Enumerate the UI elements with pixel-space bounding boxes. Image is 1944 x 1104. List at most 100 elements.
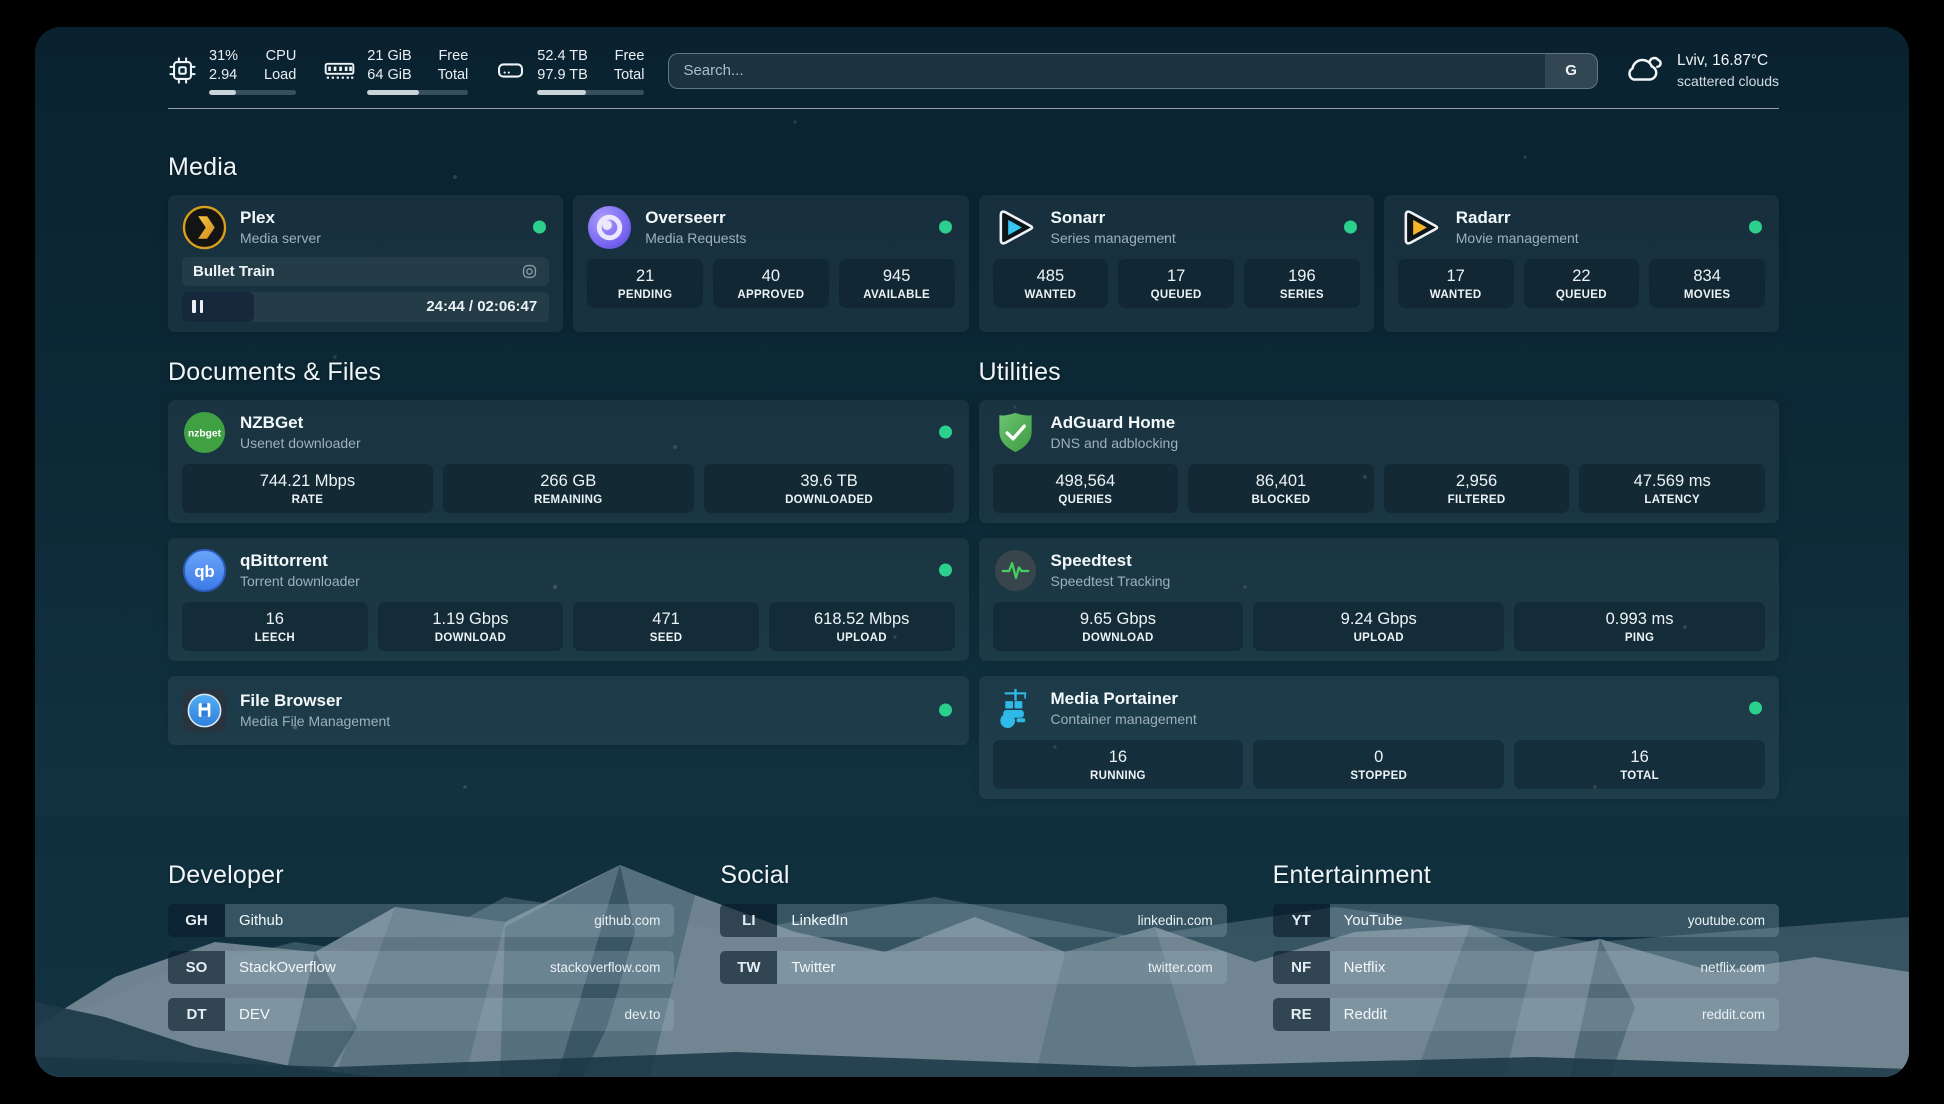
- search-provider-button[interactable]: G: [1545, 54, 1597, 88]
- radarr-icon: [1398, 205, 1443, 250]
- cpu-label: CPU: [266, 47, 297, 66]
- topbar-divider: [168, 108, 1779, 109]
- disk-stat-widget: 52.4 TB 97.9 TB Free Total: [496, 47, 644, 95]
- stat-value: 0.993 ms: [1518, 610, 1761, 629]
- disk-free-value: 52.4 TB: [537, 47, 588, 66]
- service-name: qBittorrent: [240, 551, 360, 571]
- stat-label: DOWNLOADED: [708, 494, 951, 506]
- speedtest-stats: 9.65 Gbps DOWNLOAD 9.24 Gbps UPLOAD 0.99…: [993, 602, 1766, 651]
- dashboard-content: 31% 2.94 CPU Load: [35, 27, 1909, 1045]
- overseerr-card[interactable]: Overseerr Media Requests 21 PENDING 40 A…: [573, 195, 968, 332]
- portainer-icon: [993, 686, 1038, 731]
- stat-value: 1.19 Gbps: [382, 610, 560, 629]
- stat-value: 86,401: [1192, 472, 1370, 491]
- media-section: Media Plex: [168, 153, 1779, 332]
- stat-label: SEED: [577, 632, 755, 644]
- bookmark-stackoverflow[interactable]: SO StackOverflow stackoverflow.com: [168, 951, 674, 984]
- speedtest-icon: [993, 548, 1038, 593]
- speedtest-titles: Speedtest Speedtest Tracking: [1051, 551, 1171, 589]
- filebrowser-card[interactable]: File Browser Media File Management: [168, 676, 969, 745]
- qbittorrent-titles: qBittorrent Torrent downloader: [240, 551, 360, 589]
- scattered-clouds-icon: [1622, 51, 1664, 90]
- plex-icon: [182, 205, 227, 250]
- stat-value: 16: [1518, 748, 1761, 767]
- qbittorrent-card[interactable]: qb qBittorrent Torrent downloader: [168, 538, 969, 661]
- bookmark-netflix[interactable]: NF Netflix netflix.com: [1273, 951, 1779, 984]
- stat-total: 16 TOTAL: [1514, 740, 1765, 789]
- weather-condition: scattered clouds: [1677, 72, 1779, 91]
- stat-blocked: 86,401 BLOCKED: [1188, 464, 1374, 513]
- bookmark-linkedin[interactable]: LI LinkedIn linkedin.com: [720, 904, 1226, 937]
- playback-elapsed: [182, 292, 254, 322]
- bookmark-dev[interactable]: DT DEV dev.to: [168, 998, 674, 1031]
- stat-approved: 40 APPROVED: [713, 259, 829, 308]
- cpu-icon: [168, 56, 197, 85]
- stat-label: RUNNING: [997, 770, 1240, 782]
- bookmark-name: StackOverflow: [239, 959, 336, 976]
- stat-label: SERIES: [1248, 289, 1356, 301]
- memory-free-value: 21 GiB: [367, 47, 411, 66]
- stat-label: MOVIES: [1653, 289, 1761, 301]
- bookmark-name: Github: [239, 912, 283, 929]
- adguard-card[interactable]: AdGuard Home DNS and adblocking 498,564 …: [979, 400, 1780, 523]
- bookmark-twitter[interactable]: TW Twitter twitter.com: [720, 951, 1226, 984]
- stat-value: 0: [1257, 748, 1500, 767]
- bookmark-github[interactable]: GH Github github.com: [168, 904, 674, 937]
- stat-value: 471: [577, 610, 755, 629]
- bookmark-url: dev.to: [625, 1007, 661, 1022]
- service-desc: Media File Management: [240, 713, 390, 729]
- stat-label: QUEUED: [1122, 289, 1230, 301]
- documents-column: Documents & Files nzbget: [168, 358, 969, 745]
- stat-value: 16: [997, 748, 1240, 767]
- dashboard-panel: 31% 2.94 CPU Load: [35, 27, 1909, 1077]
- stat-queued: 17 QUEUED: [1118, 259, 1234, 308]
- pause-button[interactable]: [192, 300, 203, 313]
- disk-stat-body: 52.4 TB 97.9 TB Free Total: [537, 47, 644, 95]
- stat-value: 47.569 ms: [1583, 472, 1761, 491]
- disk-progress-bar: [537, 90, 644, 95]
- stat-value: 39.6 TB: [708, 472, 951, 491]
- bookmark-abbr: DT: [168, 998, 225, 1031]
- service-name: Radarr: [1456, 208, 1579, 228]
- bookmark-name: Twitter: [791, 959, 835, 976]
- status-online-dot: [533, 221, 546, 234]
- speedtest-card[interactable]: Speedtest Speedtest Tracking 9.65 Gbps D…: [979, 538, 1780, 661]
- stat-value: 834: [1653, 267, 1761, 286]
- stat-value: 40: [717, 267, 825, 286]
- search-input[interactable]: [669, 54, 1545, 88]
- plex-card[interactable]: Plex Media server Bullet Train: [168, 195, 563, 332]
- plex-titles: Plex Media server: [240, 208, 321, 246]
- radarr-titles: Radarr Movie management: [1456, 208, 1579, 246]
- stat-label: LEECH: [186, 632, 364, 644]
- nzbget-card[interactable]: nzbget NZBGet Usenet downloader 74: [168, 400, 969, 523]
- bookmark-url: github.com: [594, 913, 660, 928]
- service-desc: DNS and adblocking: [1051, 435, 1179, 451]
- service-name: NZBGet: [240, 413, 361, 433]
- cpu-percent: 31%: [209, 47, 238, 66]
- top-bar: 31% 2.94 CPU Load: [168, 47, 1779, 95]
- disk-progress-fill: [537, 90, 585, 95]
- bookmark-reddit[interactable]: RE Reddit reddit.com: [1273, 998, 1779, 1031]
- status-online-dot: [939, 564, 952, 577]
- cpu-load-value: 2.94: [209, 66, 238, 85]
- now-playing-title: Bullet Train: [193, 263, 275, 280]
- bookmark-name: Reddit: [1344, 1006, 1387, 1023]
- memory-total-label: Total: [438, 66, 469, 85]
- stat-stopped: 0 STOPPED: [1253, 740, 1504, 789]
- service-name: Media Portainer: [1051, 689, 1197, 709]
- radarr-card[interactable]: Radarr Movie management 17 WANTED 22 QUE…: [1384, 195, 1779, 332]
- bookmark-youtube[interactable]: YT YouTube youtube.com: [1273, 904, 1779, 937]
- overseerr-titles: Overseerr Media Requests: [645, 208, 746, 246]
- now-playing-row: Bullet Train: [182, 257, 549, 286]
- svg-text:nzbget: nzbget: [188, 428, 222, 439]
- stat-label: REMAINING: [447, 494, 690, 506]
- portainer-card[interactable]: Media Portainer Container management 16 …: [979, 676, 1780, 799]
- stat-label: DOWNLOAD: [382, 632, 560, 644]
- memory-progress-fill: [367, 90, 419, 95]
- stat-value: 744.21 Mbps: [186, 472, 429, 491]
- system-stats: 31% 2.94 CPU Load: [168, 47, 644, 95]
- developer-group: Developer GH Github github.com SO StackO…: [168, 861, 674, 1045]
- sonarr-card[interactable]: Sonarr Series management 485 WANTED 17 Q…: [979, 195, 1374, 332]
- service-desc: Speedtest Tracking: [1051, 573, 1171, 589]
- stat-downloaded: 39.6 TB DOWNLOADED: [704, 464, 955, 513]
